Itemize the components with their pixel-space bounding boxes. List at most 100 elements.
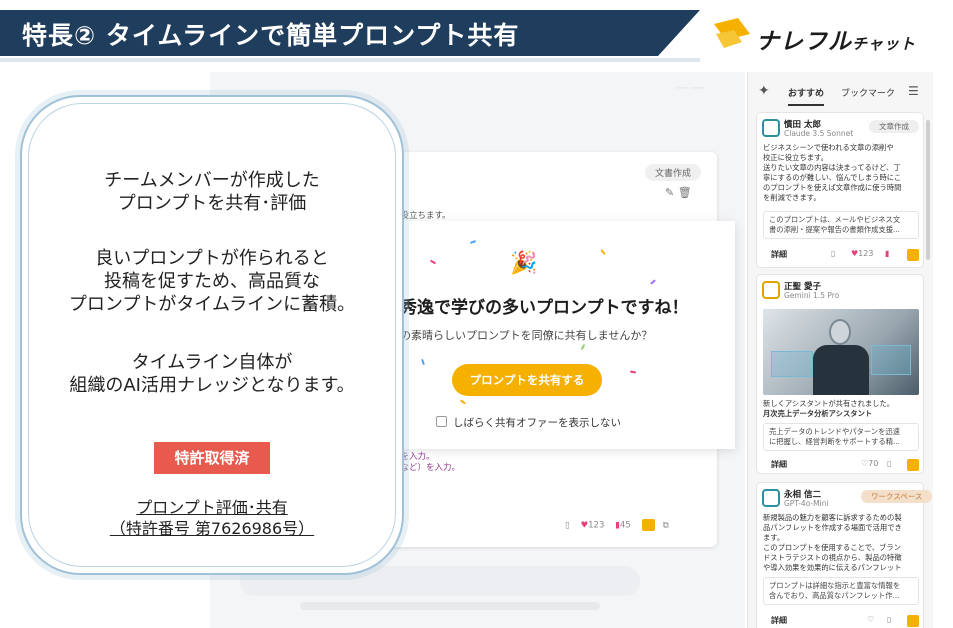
like-control[interactable]: ♥123 (851, 249, 873, 258)
share-prompt-button[interactable]: プロンプトを共有する (452, 364, 602, 396)
desc-line: 新しくアシスタントが共有されました。 (763, 399, 895, 408)
heart-outline-icon[interactable]: ♡ (867, 615, 874, 624)
prompt-quote: このプロンプトは、メールやビジネス文 書の添削・提案や報告の書類作成支援... (763, 211, 919, 239)
desc-line: 校正に役立ちます。 (763, 153, 828, 162)
bookmark-icon[interactable]: ▯ (887, 615, 891, 624)
desc-line: 送りたい文章の内容は決まってるけど、丁 (763, 163, 901, 172)
timeline-card[interactable]: 慣田 太郎 Claude 3.5 Sonnet 文章作成 ビジネスシーンで使われ… (756, 112, 924, 268)
share-icon[interactable] (907, 615, 919, 627)
detail-link[interactable]: 詳細 (771, 459, 787, 470)
sidebar-scrollbar[interactable] (926, 120, 930, 260)
prompt-quote: プロンプトは詳細な指示と豊富な情報を 含んでおり、高品質なパンフレット作... (763, 577, 919, 605)
brand-logo: ナレフルチャット (712, 16, 947, 56)
detail-link[interactable]: 詳細 (771, 249, 787, 260)
hologram-screen (871, 345, 911, 375)
bookmark-icon[interactable]: ▯ (887, 459, 891, 468)
callout-paragraph: 良いプロンプトが作られると 投稿を促すため、高品質な プロンプトがタイムラインに… (22, 247, 402, 316)
desc-line: 月次売上データ分析アシスタント (763, 409, 873, 418)
feature-callout: チームメンバーが作成した プロンプトを共有･評価 良いプロンプトが作られると 投… (20, 95, 404, 575)
desc-line: ビジネスシーンで使われる文章の添削や (763, 143, 894, 152)
party-popper-icon: 🎉 (510, 251, 538, 276)
logo-mark-icon (714, 18, 750, 48)
timeline-card[interactable]: 正聖 愛子 Gemini 1.5 Pro 新しくアシスタントが共有されました。 … (756, 274, 924, 474)
callout-paragraph: チームメンバーが作成した プロンプトを共有･評価 (22, 169, 402, 215)
bookmark-icon[interactable]: ▮ (885, 249, 889, 258)
card-actions[interactable]: ✎ 🗑 (665, 186, 692, 199)
like-count: 123 (858, 249, 874, 258)
bookmark-count: 45 (619, 520, 631, 531)
avatar (762, 119, 780, 137)
confetti (650, 279, 656, 285)
desc-line: ます。 (763, 533, 785, 542)
filter-settings-icon[interactable]: ☰ (908, 84, 919, 98)
share-icon[interactable] (641, 519, 655, 531)
timeline-card[interactable]: 永相 信二 GPT-4o-Mini ワークスペース 新規製品の魅力を顧客に訴求す… (756, 482, 933, 628)
duplicate-icon[interactable]: ⧉ (663, 521, 669, 531)
logo-main: ナレフル (756, 29, 852, 55)
confetti (421, 358, 425, 366)
share-icon[interactable] (907, 459, 919, 471)
model-name: Gemini 1.5 Pro (784, 291, 840, 300)
title-underline (0, 58, 700, 62)
card-description: 新規製品の魅力を顧客に訴求するための製 品パンフレットを作成する場面で活用でき … (763, 513, 902, 573)
callout-paragraph: タイムライン自体が 組織のAI活用ナレッジとなります。 (22, 351, 402, 397)
callout-line: チームメンバーが作成した (104, 170, 320, 191)
category-tag: 文書作成 (645, 164, 702, 181)
dialog-headline: 秀逸で学びの多いプロンプトですね！ (400, 298, 689, 318)
logo-sub: チャット (852, 35, 916, 53)
callout-line: 投稿を促すため、高品質な (104, 271, 320, 292)
confetti (469, 240, 477, 244)
callout-line: プロンプトを共有･評価 (117, 193, 307, 214)
patent-number-link[interactable]: （特許番号 第7626986号） (22, 515, 402, 539)
copy-icon[interactable]: ▯ (831, 249, 835, 258)
dont-show-label: しばらく共有オファーを表示しない (453, 417, 621, 429)
robot-body (813, 345, 869, 395)
like-count: 70 (868, 459, 879, 468)
confetti (629, 370, 637, 374)
confetti (429, 259, 437, 265)
quote-line: 含んでおり、高品質なパンフレット作... (769, 591, 900, 600)
desc-line: 品パンフレットを作成する場面で活用でき (763, 523, 902, 532)
tab-bookmark[interactable]: ブックマーク (841, 86, 895, 99)
sparkle-icon: ✦ (758, 83, 770, 99)
desc-line: ドストラテジストの視点から、製品の特徴 (763, 553, 902, 562)
card-footer: ▯ ♥123 ▮45 ⧉ (565, 519, 669, 531)
quote-line: プロンプトは詳細な指示と豊富な情報を (769, 581, 901, 590)
callout-line: 良いプロンプトが作られると (95, 248, 329, 269)
faded-header-text: ···· ····· (676, 84, 705, 94)
slide: 特長② タイムラインで簡単プロンプト共有 ナレフルチャット ···· ·····… (0, 0, 953, 628)
workspace-badge: ワークスペース (861, 490, 933, 503)
callout-line: タイムライン自体が (131, 352, 293, 373)
desc-line: や導入効果を効果的に伝えるパンフレット (763, 563, 902, 572)
detail-link[interactable]: 詳細 (771, 615, 787, 626)
trash-icon[interactable]: 🗑 (678, 186, 692, 199)
confetti (580, 343, 586, 351)
heart-icon[interactable]: ♥ (581, 521, 589, 531)
timeline-sidebar: ✦ おすすめ ブックマーク ☰ 慣田 太郎 Claude 3.5 Sonnet … (747, 72, 933, 628)
share-icon[interactable] (907, 249, 919, 261)
desc-line: 新規製品の魅力を顧客に訴求するための製 (763, 513, 902, 522)
model-name: GPT-4o-Mini (784, 499, 829, 508)
tab-recommended[interactable]: おすすめ (788, 86, 825, 106)
desc-line: を削減できます。 (763, 193, 821, 202)
edit-icon[interactable]: ✎ (665, 186, 674, 199)
quote-line: 書の添削・提案や報告の書類作成支援... (769, 225, 901, 234)
robot-image (763, 309, 919, 395)
copy-icon[interactable]: ▯ (565, 521, 570, 531)
desc-line: のプロンプトを使えば文章作成に使う時間 (763, 183, 902, 192)
model-name: Claude 3.5 Sonnet (784, 129, 854, 138)
logo-text: ナレフルチャット (756, 22, 916, 56)
input-hint (300, 602, 600, 610)
dialog-subtext: の素晴らしいプロンプトを同僚に共有しませんか？ (400, 329, 653, 342)
like-count: 123 (588, 520, 605, 531)
category-badge: 文章作成 (869, 120, 919, 133)
patent-badge: 特許取得済 (154, 442, 270, 474)
checkbox-icon[interactable] (436, 416, 447, 427)
callout-line: プロンプトがタイムラインに蓄積。 (68, 294, 356, 315)
avatar (762, 489, 780, 507)
dont-show-checkbox[interactable]: しばらく共有オファーを表示しない (436, 415, 621, 430)
page-title: 特長② タイムラインで簡単プロンプト共有 (22, 21, 520, 50)
confetti (459, 399, 467, 405)
like-control[interactable]: ♡70 (861, 459, 878, 468)
card-description: 新しくアシスタントが共有されました。 月次売上データ分析アシスタント (763, 399, 894, 419)
